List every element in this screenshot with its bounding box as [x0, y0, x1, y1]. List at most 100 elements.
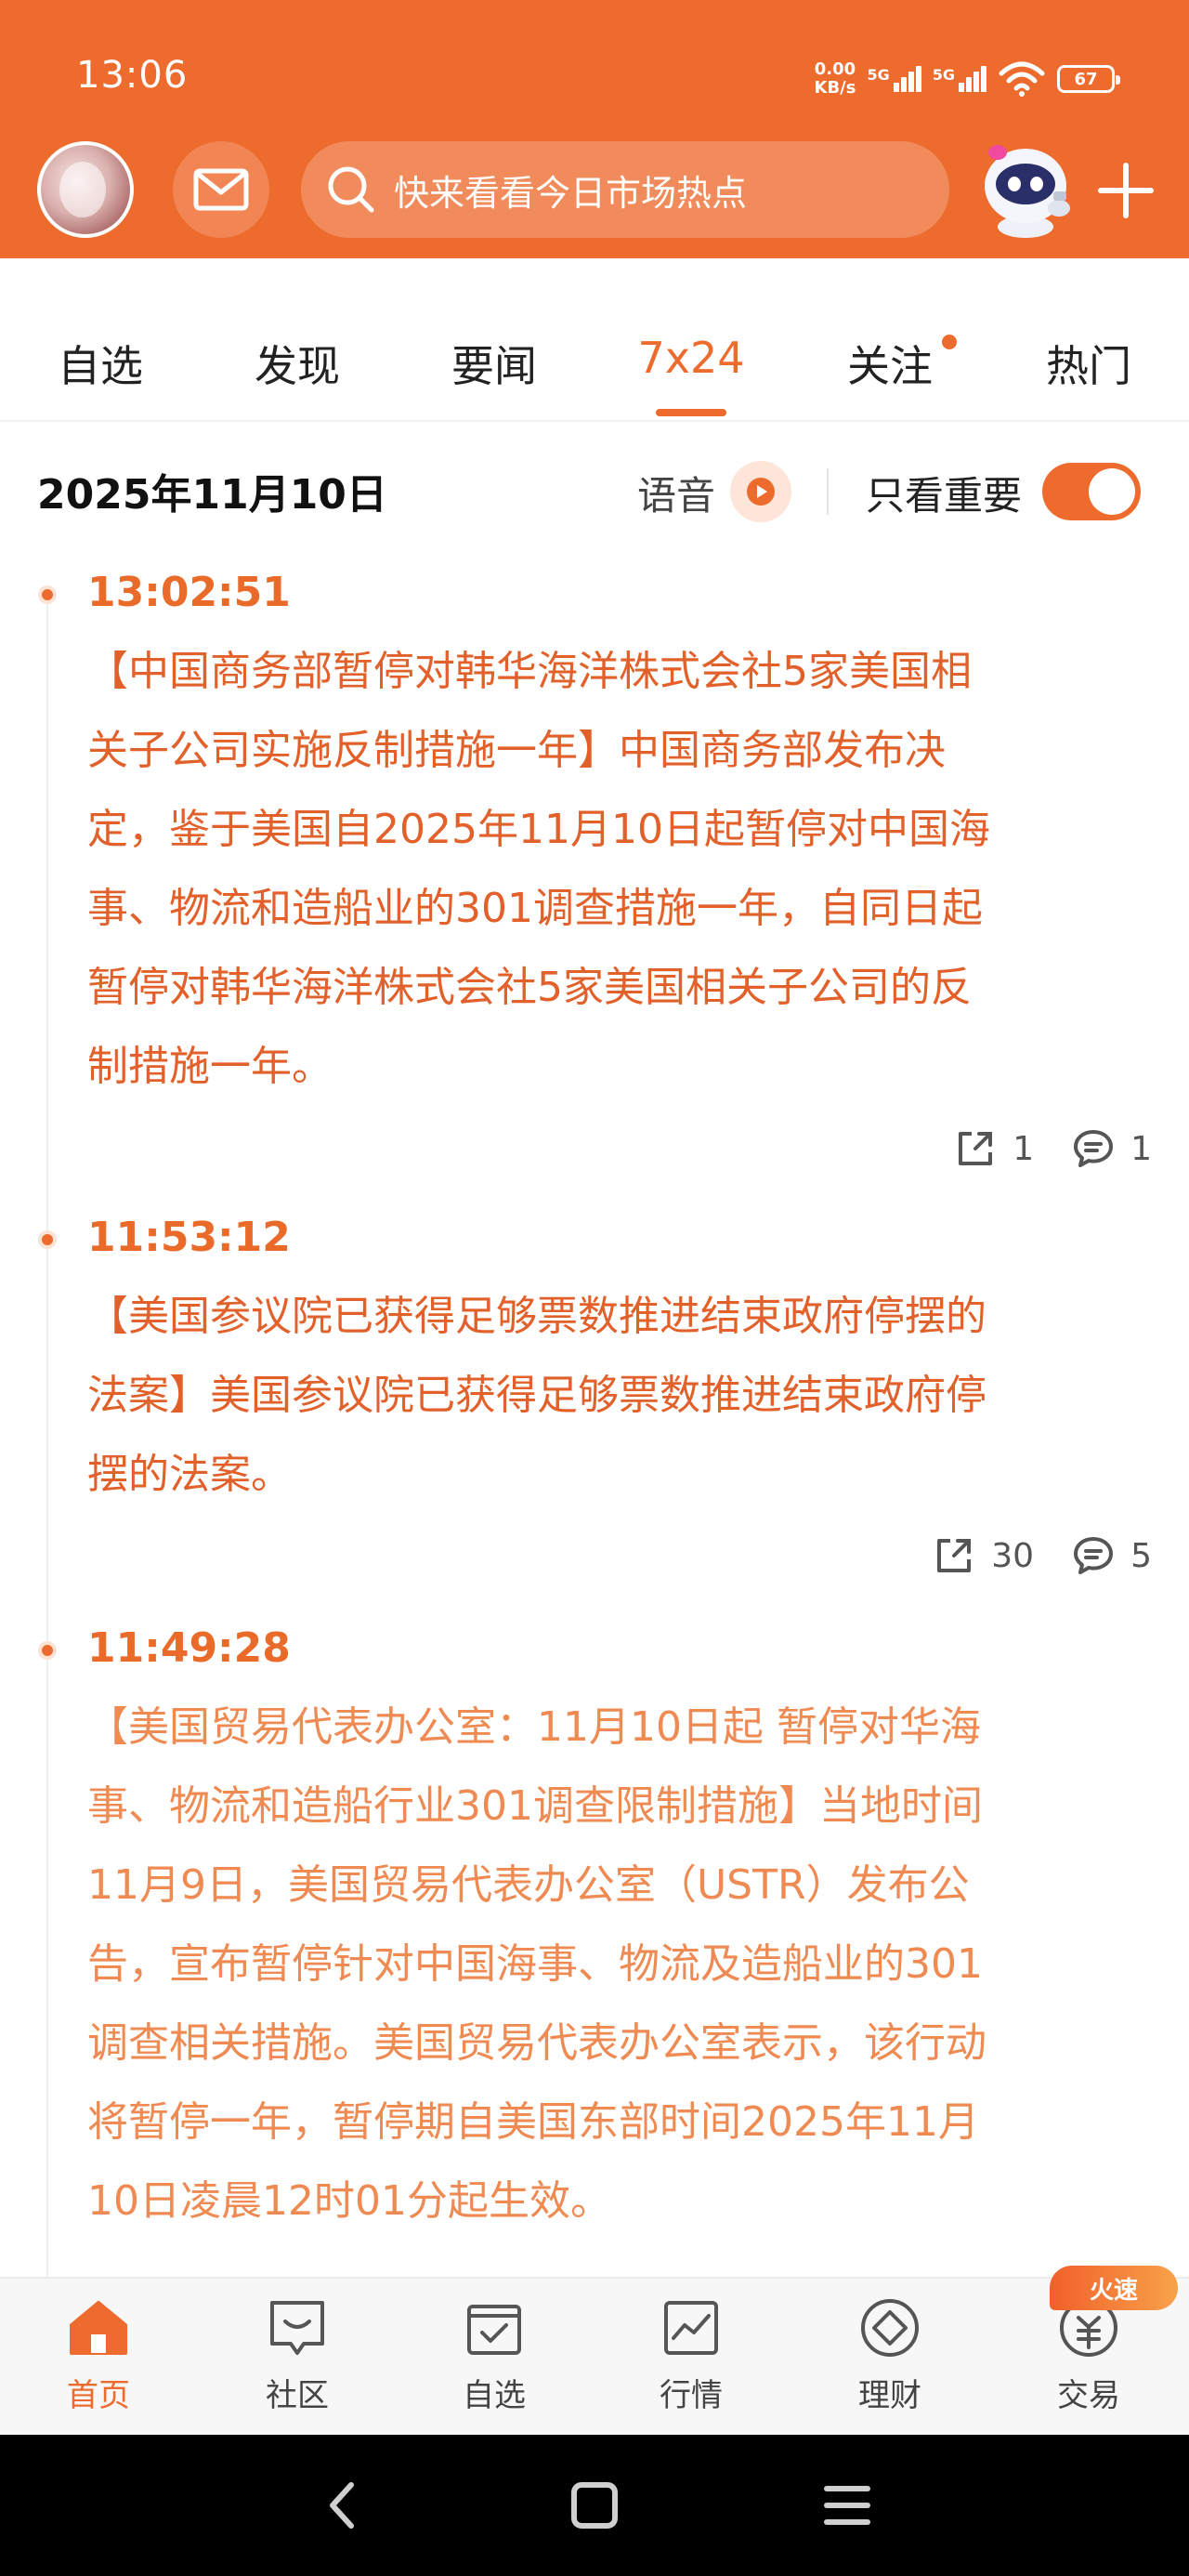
share-button[interactable]: 30	[932, 1533, 1034, 1578]
timeline-line	[46, 595, 48, 2286]
square-icon	[571, 2482, 618, 2529]
tab-discover[interactable]: 发现	[255, 333, 340, 394]
system-navigation-bar	[0, 2435, 1189, 2576]
important-only-label: 只看重要	[866, 473, 1023, 519]
feed-date: 2025年11月10日	[37, 471, 387, 519]
news-line: 摆的法案。	[87, 1451, 292, 1498]
sim2-label: 5G	[932, 66, 955, 84]
comment-icon	[1074, 1537, 1114, 1574]
battery-level: 67	[1074, 69, 1098, 89]
share-icon	[959, 1132, 993, 1165]
menu-button[interactable]	[819, 2477, 875, 2533]
search-input[interactable]: 快来看看今日市场热点	[301, 141, 949, 238]
nav-label: 社区	[266, 2377, 329, 2414]
comment-button[interactable]: 5	[1071, 1533, 1152, 1578]
home-button[interactable]	[567, 2477, 622, 2533]
mail-icon	[193, 168, 249, 211]
add-button[interactable]	[1094, 149, 1157, 232]
active-tab-indicator	[656, 409, 726, 416]
news-line: 将暂停一年，暂停期自美国东部时间2025年11月	[87, 2098, 979, 2146]
comment-button[interactable]: 1	[1071, 1126, 1152, 1171]
news-line: 【美国贸易代表办公室：11月10日起 暂停对华海	[87, 1703, 981, 1751]
home-icon	[70, 2301, 127, 2355]
tab-hot[interactable]: 热门	[1046, 333, 1131, 394]
news-line: 告，宣布暂停针对中国海事、物流及造船业的301	[87, 1940, 983, 1988]
date-bar: 2025年11月10日 语音 只看重要	[0, 424, 1189, 554]
status-time: 13:06	[76, 54, 189, 97]
hot-badge: 火速	[1050, 2266, 1178, 2310]
market-icon	[664, 2301, 718, 2355]
nav-community[interactable]: 社区	[232, 2295, 362, 2415]
back-button[interactable]	[314, 2477, 370, 2533]
timeline-dot	[38, 1641, 57, 1660]
search-placeholder: 快来看看今日市场热点	[394, 172, 748, 214]
watchlist-icon	[467, 2305, 521, 2355]
channel-tabs: 自选 发现 要闻 7x24 关注 热门	[0, 258, 1189, 422]
network-speed-unit: KB/s	[814, 78, 856, 98]
news-line: 关子公司实施反制措施一年】中国商务部发布决	[87, 727, 946, 774]
tab-7x24[interactable]: 7x24	[637, 333, 744, 383]
news-line: 【美国参议院已获得足够票数推进结束政府停摆的	[87, 1293, 986, 1340]
nav-watchlist[interactable]: 自选	[429, 2295, 559, 2415]
app-screen: 13:06 0.00 KB/s 5G 5G 67 快来看看今日市场热点 自选 发…	[0, 0, 1189, 2576]
avatar[interactable]	[37, 141, 134, 238]
message-button[interactable]	[173, 141, 269, 238]
nav-home[interactable]: 首页	[33, 2295, 163, 2415]
tab-following[interactable]: 关注	[847, 333, 933, 394]
comment-count: 5	[1130, 1536, 1152, 1575]
news-line: 暂停对韩华海洋株式会社5家美国相关子公司的反	[87, 964, 972, 1011]
wealth-icon	[861, 2299, 919, 2357]
news-time: 11:49:28	[87, 1624, 291, 1672]
nav-trade[interactable]: 交易	[1024, 2295, 1154, 2415]
news-time: 11:53:12	[87, 1214, 291, 1261]
nav-label: 自选	[463, 2377, 526, 2414]
news-line: 法案】美国参议院已获得足够票数推进结束政府停	[87, 1372, 986, 1419]
news-actions: 30 5	[932, 1533, 1152, 1578]
toggle-knob	[1089, 468, 1135, 515]
news-line: 10日凌晨12时01分起生效。	[87, 2177, 611, 2225]
news-line: 制措施一年。	[87, 1043, 333, 1090]
network-speed-value: 0.00	[814, 59, 856, 79]
community-icon	[270, 2301, 324, 2355]
status-indicators: 0.00 KB/s 5G 5G 67	[815, 56, 1120, 102]
news-line: 定，鉴于美国自2025年11月10日起暂停对中国海	[87, 806, 990, 853]
news-actions: 1 1	[953, 1126, 1152, 1171]
unread-dot	[942, 335, 957, 349]
share-button[interactable]: 1	[953, 1126, 1034, 1171]
news-time: 13:02:51	[87, 569, 291, 616]
nav-label: 理财	[858, 2377, 921, 2414]
bottom-tab-bar: 首页 社区 自选 行情 理财 交易 火速	[0, 2266, 1189, 2435]
tab-watchlist[interactable]: 自选	[58, 333, 143, 394]
news-body: 【中国商务部暂停对韩华海洋株式会社5家美国相 关子公司实施反制措施一年】中国商务…	[87, 632, 1156, 1106]
news-line: 调查相关措施。美国贸易代表办公室表示，该行动	[87, 2019, 986, 2067]
signal-icon: 5G	[933, 66, 986, 92]
news-line: 事、物流和造船业的301调查措施一年，自同日起	[87, 885, 983, 932]
battery-icon: 67	[1057, 65, 1120, 93]
news-line: 事、物流和造船行业301调查限制措施】当地时间	[87, 1782, 983, 1830]
nav-label: 行情	[660, 2377, 723, 2414]
network-speed: 0.00 KB/s	[815, 60, 856, 98]
comment-count: 1	[1130, 1129, 1152, 1168]
signal-icon: 5G	[867, 66, 921, 92]
robot-assistant-icon[interactable]	[970, 138, 1081, 240]
news-line: 【中国商务部暂停对韩华海洋株式会社5家美国相	[87, 648, 972, 695]
voice-play-button[interactable]	[730, 461, 791, 522]
share-count: 30	[991, 1536, 1035, 1575]
search-icon	[328, 166, 374, 213]
comment-icon	[1074, 1130, 1114, 1167]
share-icon	[937, 1539, 972, 1572]
nav-wealth[interactable]: 理财	[825, 2295, 955, 2415]
wifi-icon	[999, 61, 1045, 97]
news-body: 【美国贸易代表办公室：11月10日起 暂停对华海 事、物流和造船行业301调查限…	[87, 1688, 1156, 2241]
plus-icon	[1098, 163, 1154, 218]
menu-icon	[824, 2486, 870, 2525]
news-body: 【美国参议院已获得足够票数推进结束政府停摆的 法案】美国参议院已获得足够票数推进…	[87, 1277, 1156, 1514]
tab-headlines[interactable]: 要闻	[451, 333, 537, 394]
share-count: 1	[1013, 1129, 1035, 1168]
divider	[827, 468, 829, 515]
nav-label: 首页	[67, 2377, 130, 2414]
timeline-dot	[38, 585, 57, 604]
important-only-toggle[interactable]	[1042, 463, 1141, 520]
voice-label[interactable]: 语音	[637, 465, 715, 521]
nav-market[interactable]: 行情	[626, 2295, 756, 2415]
